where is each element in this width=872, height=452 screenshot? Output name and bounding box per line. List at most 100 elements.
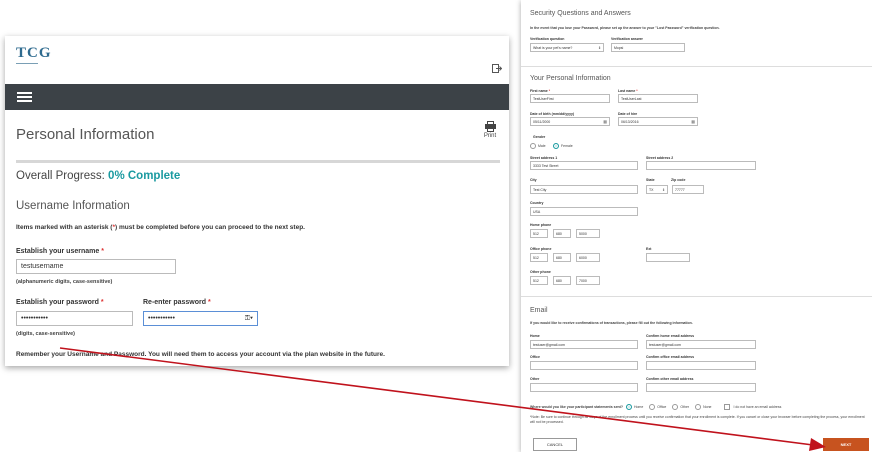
office-email-input[interactable]: [530, 361, 638, 370]
remember-credentials-text: Remember your Username and Password. You…: [16, 351, 385, 358]
verification-answer-label: Verification answer: [611, 37, 643, 41]
site-header: TCG: [5, 36, 509, 84]
first-name-label: First name *: [530, 89, 550, 93]
verification-question-value: What is your pet's name?: [533, 46, 573, 50]
password-hint: (digits, case-sensitive): [16, 331, 75, 337]
first-name-label-text: First name: [530, 89, 548, 93]
statements-office-label: Office: [657, 404, 667, 409]
dob-value: 05/11/2000: [533, 120, 551, 124]
required-asterisk: *: [100, 299, 104, 306]
page-title: Personal Information: [16, 126, 155, 143]
home-phone-prefix[interactable]: 680: [553, 229, 571, 238]
statements-destination: Where would you like your participant st…: [530, 404, 781, 410]
calendar-icon[interactable]: ▦: [691, 119, 695, 124]
state-value: TX: [649, 188, 654, 192]
calendar-icon[interactable]: ▦: [603, 119, 607, 124]
confirm-other-email-label: Confirm other email address: [646, 377, 694, 381]
street2-label: Street address 2: [646, 156, 674, 160]
confirm-other-email-input[interactable]: [646, 383, 756, 392]
password-input[interactable]: •••••••••••: [16, 311, 133, 326]
radio-selected-icon[interactable]: [553, 143, 559, 149]
logo-rule: [16, 63, 38, 64]
city-label: City: [530, 178, 537, 182]
statements-label: Where would you like your participant st…: [530, 404, 623, 409]
home-phone-label: Home phone: [530, 223, 552, 227]
section-divider: [521, 66, 872, 67]
doh-value: 06/13/2016: [621, 120, 639, 124]
office-phone-prefix[interactable]: 680: [553, 253, 571, 262]
progress-value: 0% Complete: [108, 170, 181, 182]
street1-input[interactable]: 3333 Test Street: [530, 161, 638, 170]
required-note-text-end: ) must be completed before you can proce…: [115, 224, 305, 231]
radio-icon[interactable]: [672, 404, 679, 410]
verification-question-select[interactable]: What is your pet's name? ⇕: [530, 43, 604, 52]
gender-female-option[interactable]: Female: [553, 143, 573, 149]
cancel-button[interactable]: CANCEL: [533, 438, 577, 451]
enrollment-form-panel: Security Questions and Answers In the ev…: [521, 0, 872, 452]
statements-other-label: Other: [680, 404, 690, 409]
password-label-text: Establish your password: [16, 299, 99, 306]
state-select[interactable]: TX ⇕: [646, 185, 668, 194]
other-phone-area[interactable]: 512: [530, 276, 548, 285]
tcg-logo[interactable]: TCG: [16, 44, 52, 68]
enrollment-note: *Note: Be sure to continue through all s…: [530, 415, 865, 424]
gender-label: Gender: [533, 135, 546, 139]
username-label: Establish your username *: [16, 248, 104, 255]
home-email-input[interactable]: testuser@gmail.com: [530, 340, 638, 349]
required-asterisk: *: [207, 299, 211, 306]
confirm-office-email-input[interactable]: [646, 361, 756, 370]
home-phone-line[interactable]: 5000: [576, 229, 600, 238]
doh-label: Date of hire: [618, 112, 638, 116]
required-fields-note: Items marked with an asterisk (*) must b…: [16, 224, 305, 231]
checkbox-icon[interactable]: [724, 404, 731, 410]
first-name-input[interactable]: TestUserFirst: [530, 94, 610, 103]
logo-text: TCG: [16, 45, 52, 61]
reenter-password-input[interactable]: ••••••••••• ⚿▾: [143, 311, 258, 326]
hamburger-menu-icon[interactable]: [17, 92, 32, 102]
office-phone-area[interactable]: 512: [530, 253, 548, 262]
other-email-input[interactable]: [530, 383, 638, 392]
radio-icon[interactable]: [649, 404, 656, 410]
radio-selected-icon[interactable]: [625, 404, 632, 410]
street2-input[interactable]: [646, 161, 756, 170]
street1-label: Street address 1: [530, 156, 558, 160]
other-phone-prefix[interactable]: 680: [553, 276, 571, 285]
country-input[interactable]: USA: [530, 207, 638, 216]
dob-input[interactable]: 05/11/2000 ▦: [530, 117, 610, 126]
last-name-input[interactable]: TestUserLast: [618, 94, 698, 103]
username-label-text: Establish your username: [16, 248, 100, 255]
security-intro: In the event that you lose your Password…: [530, 26, 720, 30]
office-email-label: Office: [530, 355, 540, 359]
city-input[interactable]: Test City: [530, 185, 638, 194]
confirm-home-email-label: Confirm home email address: [646, 334, 695, 338]
office-phone-label: Office phone: [530, 247, 552, 251]
country-label: Country: [530, 201, 544, 205]
office-phone-line[interactable]: 6000: [576, 253, 600, 262]
print-button[interactable]: Print: [478, 121, 502, 139]
other-phone-line[interactable]: 7000: [576, 276, 600, 285]
logout-icon[interactable]: [492, 64, 503, 73]
gender-male-option[interactable]: Male: [530, 143, 546, 149]
printer-icon: [484, 121, 496, 132]
required-asterisk: *: [636, 89, 638, 93]
verification-answer-input[interactable]: Mopsi: [611, 43, 685, 52]
password-label: Establish your password *: [16, 299, 104, 306]
statements-home-label: Home: [633, 404, 644, 409]
confirm-home-email-input[interactable]: testuser@gmail.com: [646, 340, 756, 349]
statements-none-label: None: [703, 404, 712, 409]
zip-input[interactable]: 77777: [672, 185, 704, 194]
reenter-password-label: Re-enter password *: [143, 299, 211, 306]
radio-icon[interactable]: [695, 404, 702, 410]
ext-input[interactable]: [646, 253, 690, 262]
overall-progress: Overall Progress: 0% Complete: [16, 170, 180, 182]
key-icon[interactable]: ⚿▾: [245, 315, 253, 323]
username-input[interactable]: testusername: [16, 259, 176, 274]
home-phone-area[interactable]: 512: [530, 229, 548, 238]
next-button[interactable]: NEXT: [823, 438, 869, 451]
print-label: Print: [483, 133, 497, 139]
doh-input[interactable]: 06/13/2016 ▦: [618, 117, 698, 126]
no-email-option[interactable]: I do not have an email address: [724, 404, 781, 410]
personal-info-title: Your Personal Information: [530, 75, 611, 82]
radio-icon[interactable]: [530, 143, 536, 149]
other-email-label: Other: [530, 377, 540, 381]
